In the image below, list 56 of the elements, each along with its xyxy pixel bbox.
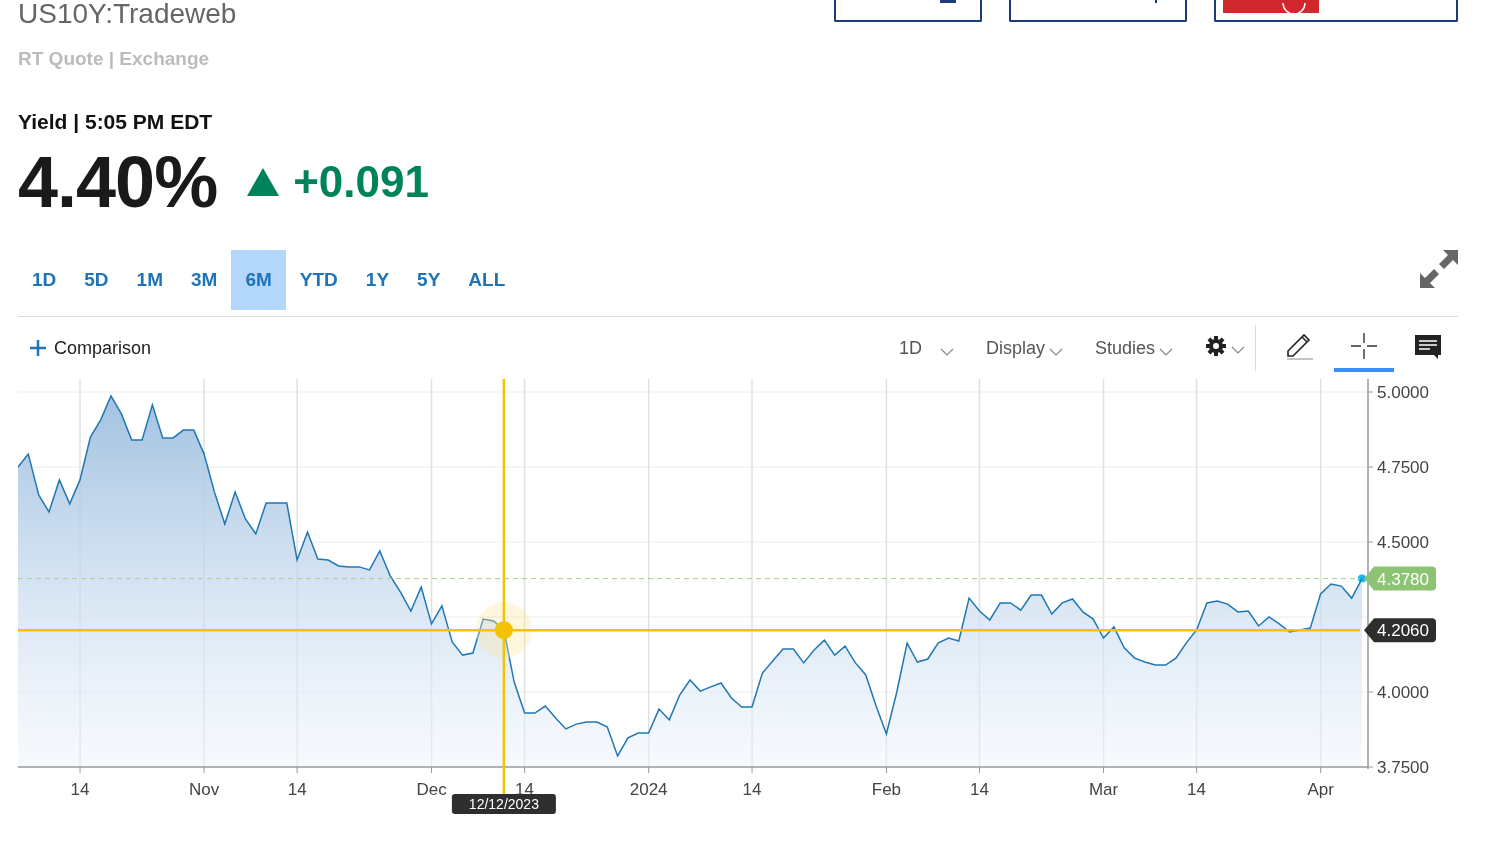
- x-tick-label: 12/12/2023: [468, 796, 540, 812]
- header-button[interactable]: [1214, 0, 1458, 22]
- axis-label: 4.5000: [1377, 533, 1429, 552]
- range-tab[interactable]: 6M: [231, 250, 286, 310]
- toolbar-dropdown[interactable]: Display: [985, 337, 1063, 359]
- comparison-button[interactable]: Comparison: [30, 337, 152, 359]
- toolbar-dropdown[interactable]: Studies: [1094, 337, 1173, 359]
- header-button[interactable]: [834, 0, 982, 22]
- axis-label: 14: [1187, 780, 1207, 799]
- quote-source: RT Quote | Exchange: [18, 48, 210, 70]
- comment-icon: [1414, 333, 1442, 359]
- axis-label: Mar: [1088, 780, 1119, 799]
- axis-label: 4.0000: [1377, 683, 1429, 702]
- hover-marker: [475, 602, 532, 659]
- axis-label: Dec: [416, 780, 447, 799]
- chevron-down-icon: [1048, 347, 1063, 357]
- axis-label: 2024: [629, 780, 668, 799]
- crosshair-value-label: 4.2060: [1364, 618, 1436, 643]
- symbol-title: US10Y:Tradeweb: [18, 0, 237, 31]
- chevron-down-icon: [939, 347, 954, 357]
- range-tab[interactable]: 5Y: [403, 250, 455, 310]
- toolbar-dropdown[interactable]: 1D: [898, 337, 954, 359]
- chevron-down-icon: [1231, 345, 1245, 355]
- range-tab[interactable]: 1M: [122, 250, 177, 310]
- axis-label: 4.7500: [1377, 458, 1429, 477]
- range-tab[interactable]: ALL: [454, 250, 520, 310]
- settings-icon: [1205, 335, 1227, 357]
- plus-icon: [30, 340, 46, 356]
- partial-icon: [1223, 0, 1319, 15]
- axis-label: Nov: [189, 780, 220, 799]
- pencil-icon: [1285, 331, 1315, 361]
- quote-label: Yield | 5:05 PM EDT: [18, 110, 213, 134]
- axis-label: 5.0000: [1377, 383, 1429, 402]
- partial-icon: [940, 0, 956, 3]
- axis-label: 3.7500: [1377, 758, 1429, 777]
- expand-icon[interactable]: [1420, 250, 1458, 288]
- range-tab[interactable]: 5D: [70, 250, 123, 310]
- axis-label: 14: [70, 780, 90, 799]
- axis-label: Apr: [1307, 780, 1334, 799]
- last-value-label: 4.3780: [1364, 566, 1436, 591]
- axis-label: Feb: [871, 780, 902, 799]
- chevron-down-icon: [1159, 347, 1173, 357]
- price-value: 4.40%: [18, 142, 218, 222]
- axis-label: 14: [287, 780, 307, 799]
- range-tab[interactable]: 1D: [18, 250, 71, 310]
- ref-line-label: 4.3780: [1377, 569, 1429, 589]
- ref-line-label: 4.2060: [1377, 621, 1429, 641]
- axis-label: 14: [970, 780, 989, 799]
- range-tab[interactable]: 1Y: [351, 250, 404, 310]
- crosshair-icon: [1350, 332, 1378, 360]
- range-tab[interactable]: YTD: [285, 250, 352, 310]
- price-change: +0.091: [293, 157, 429, 207]
- axis-label: 14: [742, 780, 762, 799]
- range-tab[interactable]: 3M: [177, 250, 232, 310]
- header-button[interactable]: [1009, 0, 1187, 22]
- crosshair-date-label: 12/12/2023: [451, 794, 556, 814]
